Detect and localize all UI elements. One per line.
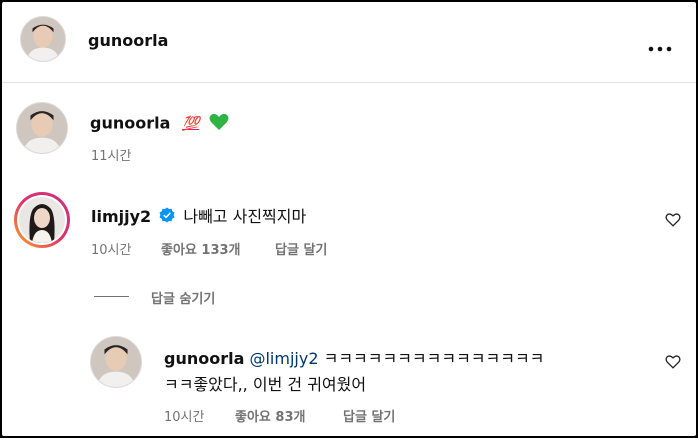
reply-time[interactable]: 10시간 [164,406,204,425]
comment-text: 나빼고 사진찍지마 [183,207,307,226]
comment-time[interactable]: 10시간 [91,239,131,258]
reply-text-line2: ㅋㅋ좋았다,, 이번 건 귀여웠어 [164,375,367,394]
reply-mention[interactable]: @limjjy2 [249,349,318,368]
post-comments-panel: gunoorla gunoorla 💯 11시간 limjjy2 나빼고 사진찍… [2,2,696,436]
reply-reply-button[interactable]: 답글 달기 [343,406,395,425]
comment-reply-button[interactable]: 답글 달기 [275,239,327,258]
reply-body-line1: gunoorla @limjjy2 ㅋㅋㅋㅋㅋㅋㅋㅋㅋㅋㅋㅋㅋㅋㅋ [164,345,544,369]
reply-text-line1: ㅋㅋㅋㅋㅋㅋㅋㅋㅋㅋㅋㅋㅋㅋㅋ [323,349,545,368]
profile-photo-icon [91,337,141,387]
hide-replies-button[interactable]: 답글 숨기기 [151,288,215,307]
caption-avatar[interactable] [16,102,68,154]
profile-photo-icon [17,103,67,153]
profile-photo-icon [21,17,65,61]
comment-avatar[interactable] [14,192,70,248]
header-divider [2,82,696,83]
profile-photo-icon [19,197,65,243]
more-options-icon[interactable] [648,37,672,52]
comment-username[interactable]: limjjy2 [91,207,151,226]
hundred-points-emoji-icon: 💯 [181,116,200,132]
reply-avatar[interactable] [90,336,142,388]
verified-badge-icon [159,207,175,227]
comment-body: limjjy2 나빼고 사진찍지마 [91,203,306,228]
caption-username[interactable]: gunoorla 💯 [90,113,229,135]
header-username[interactable]: gunoorla [88,31,168,50]
hide-replies-line [94,296,129,297]
reply-like-icon[interactable] [665,354,681,369]
comment-likes[interactable]: 좋아요 133개 [161,239,241,258]
comment-like-icon[interactable] [665,212,681,227]
green-heart-emoji-icon [209,113,229,135]
reply-username[interactable]: gunoorla [164,349,244,368]
caption-username-text: gunoorla [90,113,171,133]
caption-time[interactable]: 11시간 [91,145,131,164]
reply-likes[interactable]: 좋아요 83개 [235,406,305,425]
header-avatar[interactable] [20,16,66,62]
